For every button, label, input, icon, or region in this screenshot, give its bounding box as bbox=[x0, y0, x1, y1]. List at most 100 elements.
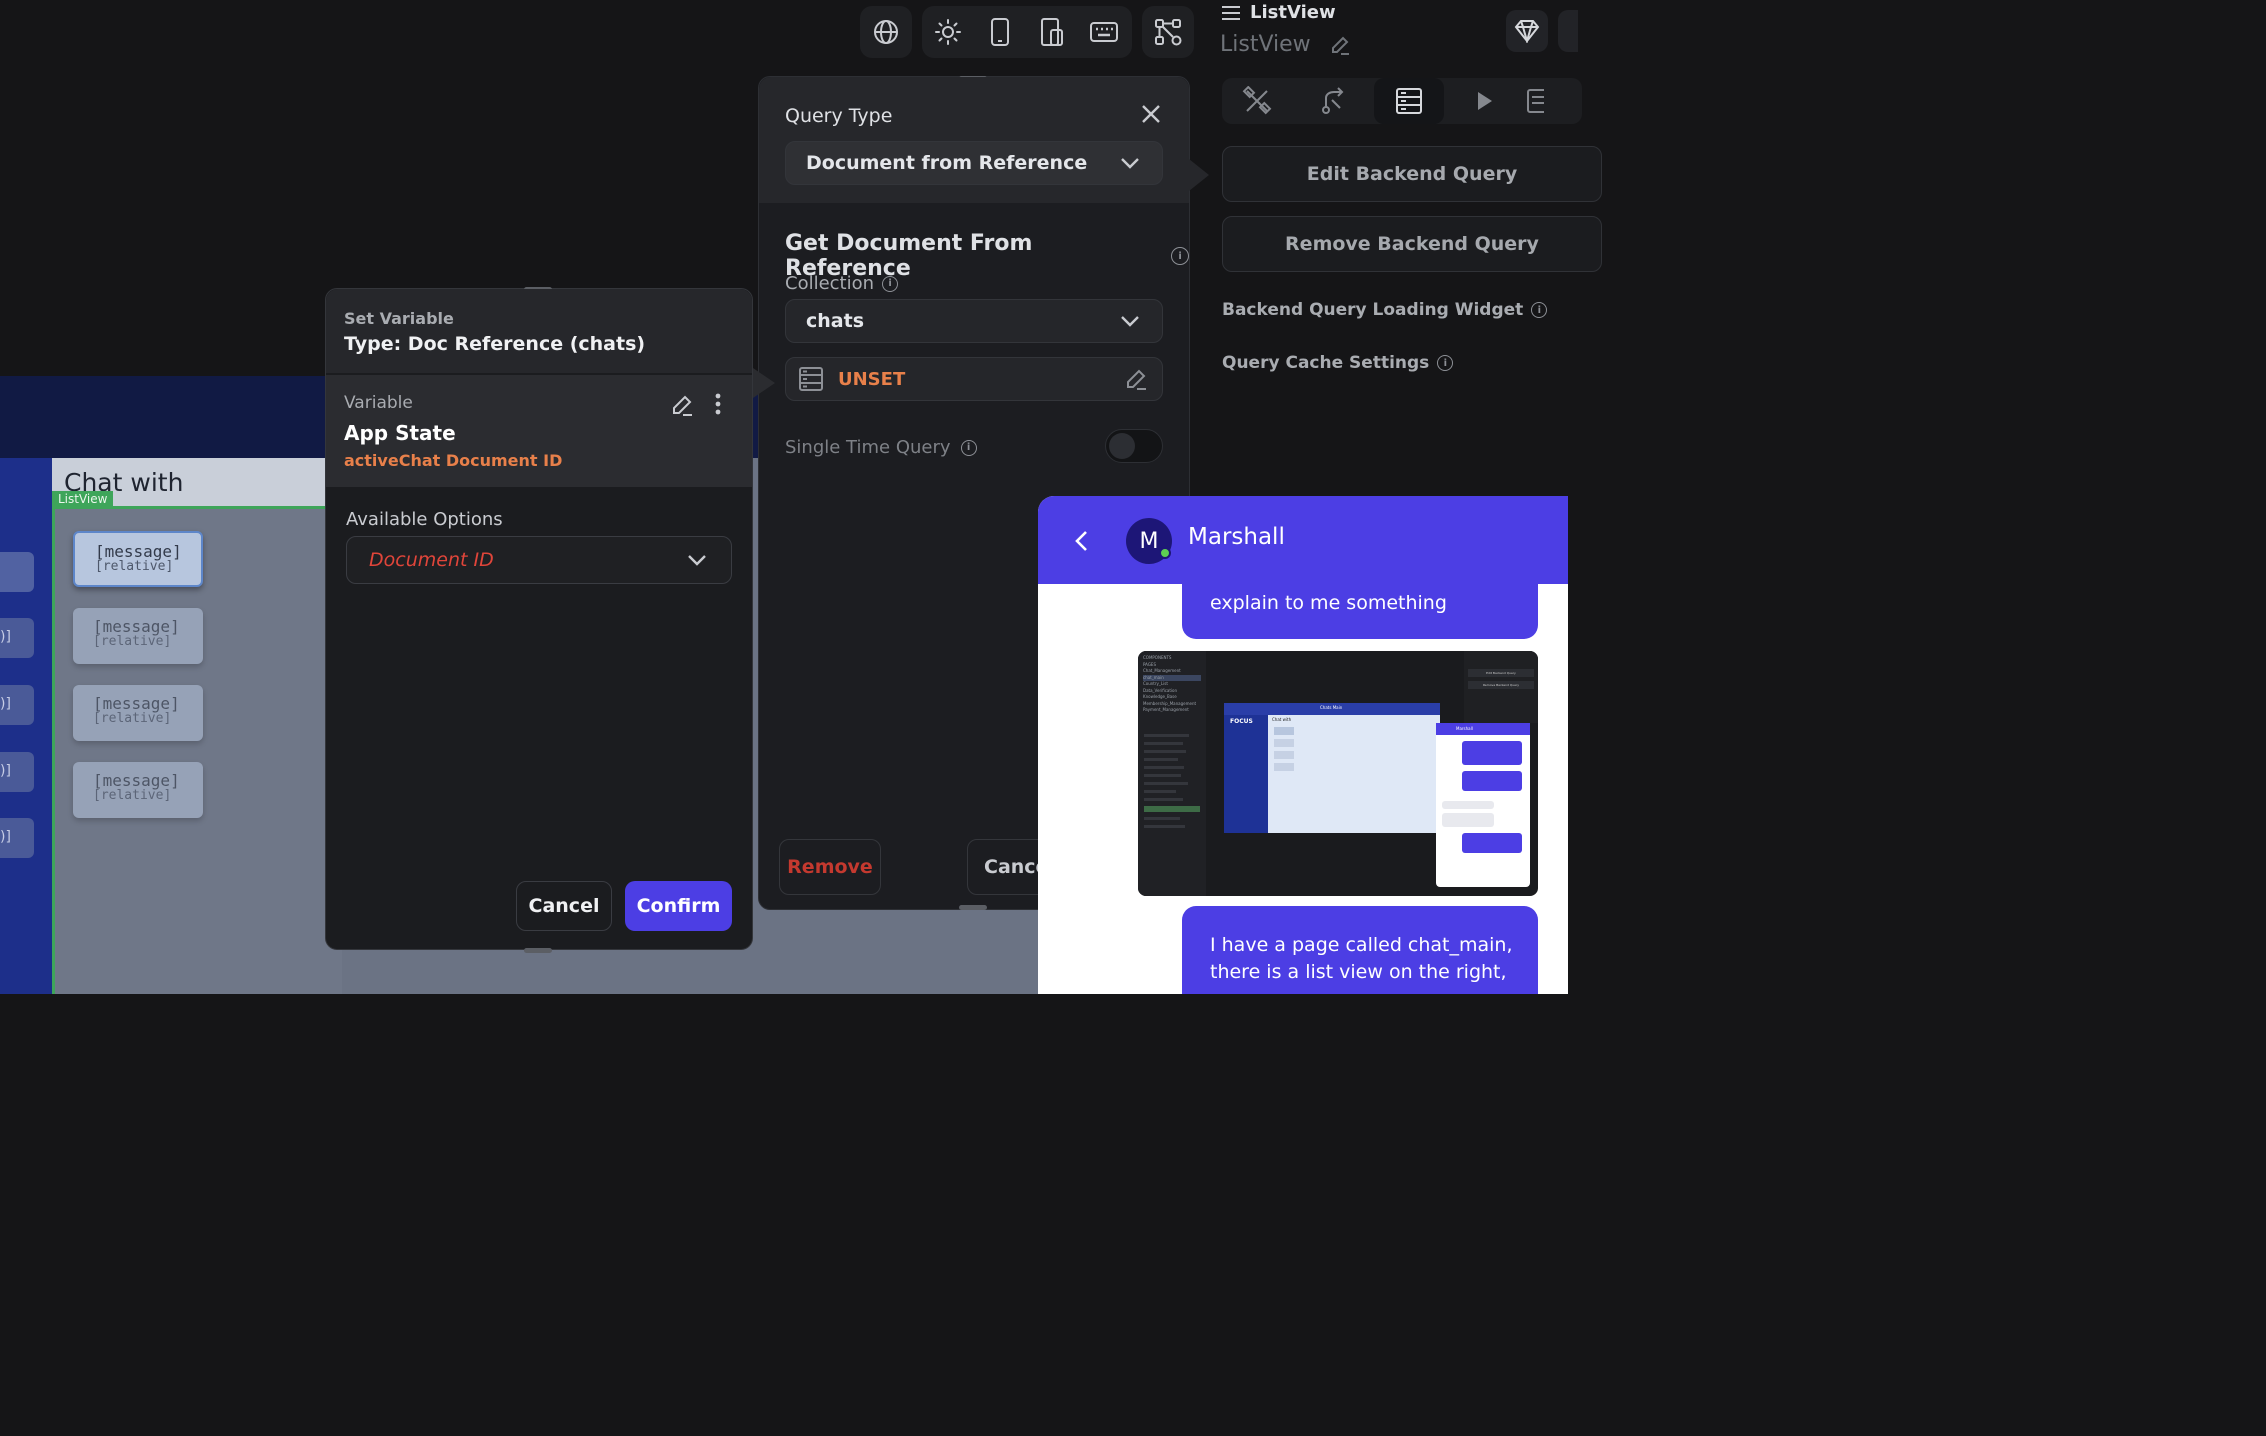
tablet-icon[interactable] bbox=[1026, 6, 1078, 58]
globe-icon[interactable] bbox=[860, 6, 912, 58]
document-icon bbox=[1527, 89, 1544, 113]
play-icon bbox=[1478, 92, 1492, 110]
message-time: [relative] bbox=[95, 559, 174, 574]
cache-settings-row[interactable]: Query Cache Settings i bbox=[1222, 353, 1454, 373]
thumb-tree bbox=[1144, 729, 1200, 889]
thumb-remove: Remove Backend Query bbox=[1468, 681, 1534, 689]
properties-tabs bbox=[1222, 78, 1582, 124]
premium-button[interactable] bbox=[1506, 10, 1548, 52]
remove-backend-query-button[interactable]: Remove Backend Query bbox=[1222, 216, 1602, 272]
chevron-down-icon bbox=[1121, 158, 1139, 169]
rail-item[interactable] bbox=[0, 552, 34, 592]
remove-query-button[interactable]: Remove bbox=[779, 839, 881, 895]
options-label: Available Options bbox=[346, 509, 503, 530]
message-text: [message] bbox=[93, 694, 180, 713]
options-dropdown[interactable]: Document ID bbox=[346, 536, 732, 584]
set-variable-dialog: Set Variable Type: Doc Reference (chats)… bbox=[325, 287, 753, 953]
phone-icon[interactable] bbox=[974, 6, 1026, 58]
listview-widget[interactable]: ListView [message] [relative] [message] … bbox=[52, 491, 342, 994]
chat-message: explain to me something bbox=[1182, 566, 1538, 639]
pencil-icon[interactable] bbox=[670, 393, 694, 417]
message-item[interactable]: [message] [relative] bbox=[73, 608, 203, 664]
properties-header-title: ListView bbox=[1250, 2, 1336, 23]
preview-web-toolbar bbox=[860, 6, 912, 58]
cache-settings-label: Query Cache Settings bbox=[1222, 353, 1430, 373]
query-type-section: Query Type Document from Reference bbox=[759, 77, 1189, 203]
sun-icon[interactable] bbox=[922, 6, 974, 58]
drag-handle[interactable] bbox=[959, 905, 987, 910]
tab-more[interactable] bbox=[1526, 78, 1556, 124]
keyboard-icon[interactable] bbox=[1078, 6, 1130, 58]
flow-icon bbox=[1322, 87, 1344, 114]
dialog-header: Set Variable Type: Doc Reference (chats) bbox=[326, 289, 752, 373]
confirm-button[interactable]: Confirm bbox=[625, 881, 732, 931]
close-icon[interactable] bbox=[1141, 104, 1161, 124]
panel-edge-button[interactable] bbox=[1558, 10, 1578, 52]
tab-actions[interactable] bbox=[1298, 78, 1368, 124]
thumb-logo: FOCUS bbox=[1230, 718, 1253, 725]
device-toolbar bbox=[922, 6, 1132, 58]
toggle-knob bbox=[1109, 433, 1135, 459]
dialog-type-label: Type: Doc Reference (chats) bbox=[344, 333, 646, 355]
message-text: [message] bbox=[93, 617, 180, 636]
thumb-canvas: Chats Main FOCUS Chat with bbox=[1224, 703, 1440, 833]
variable-section: Variable App State activeChat Document I… bbox=[326, 375, 752, 487]
tab-design[interactable] bbox=[1222, 78, 1292, 124]
thumb-center-title: Chats Main bbox=[1320, 705, 1343, 710]
info-icon: i bbox=[960, 439, 977, 456]
info-icon: i bbox=[1437, 355, 1454, 371]
attached-screenshot[interactable]: COMPONENTS PAGES Chat_Management chat_ma… bbox=[1138, 651, 1538, 896]
thumb-page-title: Chat with bbox=[1272, 717, 1292, 722]
message-text: [message] bbox=[93, 771, 180, 790]
variable-source: App State bbox=[344, 421, 456, 445]
collection-label-row: Collection i bbox=[785, 273, 899, 294]
widget-name: ListView bbox=[1220, 32, 1311, 57]
rail-item[interactable]: )] bbox=[0, 685, 34, 725]
dialog-pointer bbox=[753, 368, 775, 398]
query-type-dropdown[interactable]: Document from Reference bbox=[785, 141, 1163, 185]
diamond-icon bbox=[1514, 20, 1540, 43]
pencil-icon[interactable] bbox=[1124, 367, 1148, 391]
chat-window: M Marshall explain to me something COMPO… bbox=[1038, 496, 1568, 994]
connections-toolbar bbox=[1142, 6, 1194, 58]
reference-source-field[interactable]: UNSET bbox=[785, 357, 1163, 401]
single-time-toggle[interactable] bbox=[1105, 429, 1163, 463]
back-arrow-icon[interactable] bbox=[1074, 530, 1088, 552]
chat-message-text: explain to me something bbox=[1210, 592, 1447, 614]
properties-header: ListView bbox=[1222, 2, 1336, 23]
contact-name: Marshall bbox=[1188, 524, 1285, 550]
pencil-icon[interactable] bbox=[1329, 34, 1351, 56]
message-text: [message] bbox=[95, 542, 182, 561]
menu-icon[interactable] bbox=[1222, 5, 1240, 20]
loading-widget-row[interactable]: Backend Query Loading Widget i bbox=[1222, 300, 1548, 320]
message-time: [relative] bbox=[93, 711, 172, 726]
collection-dropdown[interactable]: chats bbox=[785, 299, 1163, 343]
reference-value: UNSET bbox=[838, 368, 906, 390]
rail-item[interactable]: )] bbox=[0, 752, 34, 792]
thumb-edit: Edit Backend Query bbox=[1468, 669, 1534, 677]
thumb-sidebar-list: COMPONENTS PAGES Chat_Management chat_ma… bbox=[1138, 651, 1206, 718]
online-indicator bbox=[1159, 547, 1171, 559]
message-item[interactable]: [message] [relative] bbox=[73, 531, 203, 587]
drag-handle[interactable] bbox=[524, 948, 552, 953]
thumb-chat: Marshall bbox=[1436, 723, 1530, 887]
loading-widget-label: Backend Query Loading Widget bbox=[1222, 300, 1524, 320]
single-time-label: Single Time Query bbox=[785, 437, 951, 458]
more-vertical-icon[interactable] bbox=[714, 393, 722, 415]
rail-item[interactable]: )] bbox=[0, 818, 34, 858]
cancel-button[interactable]: Cancel bbox=[516, 881, 612, 931]
single-time-row: Single Time Query i bbox=[785, 437, 977, 458]
message-item[interactable]: [message] [relative] bbox=[73, 685, 203, 741]
options-value: Document ID bbox=[369, 549, 494, 571]
collection-label: Collection bbox=[785, 273, 875, 294]
tab-backend-query[interactable] bbox=[1374, 78, 1444, 124]
tab-preview[interactable] bbox=[1450, 78, 1520, 124]
edit-backend-query-button[interactable]: Edit Backend Query bbox=[1222, 146, 1602, 202]
message-item[interactable]: [message] [relative] bbox=[73, 762, 203, 818]
connections-icon[interactable] bbox=[1142, 6, 1194, 58]
info-icon: i bbox=[1531, 302, 1548, 318]
query-type-value: Document from Reference bbox=[806, 152, 1088, 174]
rail-item[interactable]: )] bbox=[0, 618, 34, 658]
collection-value: chats bbox=[806, 310, 865, 332]
widget-name-row[interactable]: ListView bbox=[1220, 32, 1351, 57]
